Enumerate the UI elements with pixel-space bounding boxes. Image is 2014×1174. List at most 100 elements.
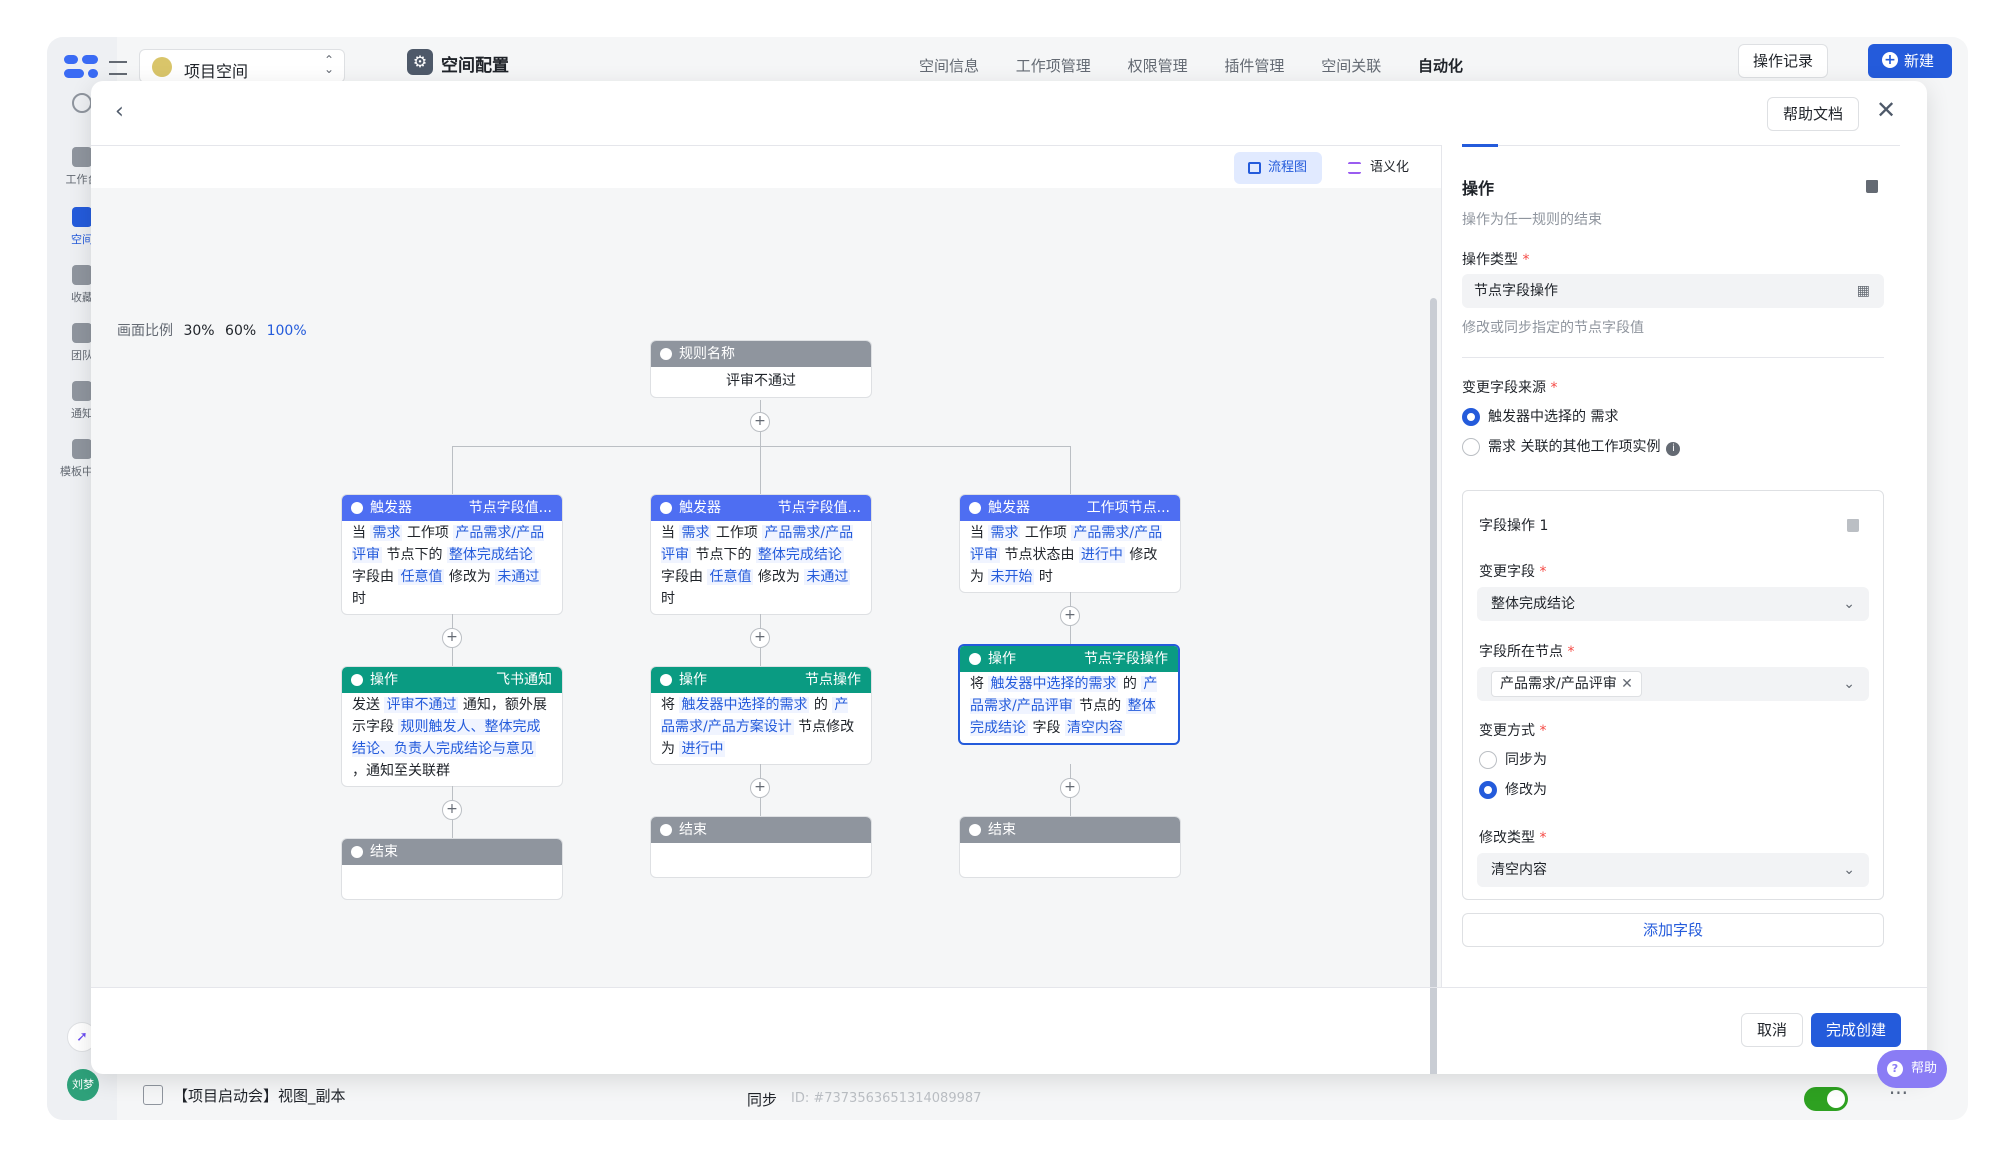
zoom-30[interactable]: 30% (183, 323, 214, 339)
node-text: 当 (352, 525, 371, 541)
trigger-node-1[interactable]: 触发器 节点字段值... 当 需求 工作项 产品需求/产品评审 节点下的 整体完成… (341, 494, 563, 615)
rule-name-node[interactable]: 规则名称 评审不通过 (650, 340, 872, 398)
variable-token: 未通过 (804, 569, 851, 585)
add-node-plus[interactable]: + (442, 628, 462, 648)
config-panel: 操作 操作为任一规则的结束 操作类型 节点字段操作 ▦ 修改或同步指定的节点字段… (1441, 144, 1927, 987)
mode-radio-modify[interactable]: 修改为 (1479, 781, 1547, 799)
view-label[interactable]: 【项目启动会】视图_副本 (143, 1085, 346, 1106)
operation-record-button[interactable]: 操作记录 (1738, 44, 1828, 78)
chevron-down-icon: ⌄ (1843, 596, 1855, 612)
tab-permission[interactable]: 权限管理 (1128, 57, 1188, 75)
add-node-plus[interactable]: + (1060, 778, 1080, 798)
modify-type-label: 修改类型 (1479, 827, 1546, 847)
flow-canvas: 画面比例 30% 60% 100% + 规则名称 评审不通过 触发器 节点字段值.… (91, 188, 1441, 1074)
add-node-plus[interactable]: + (750, 778, 770, 798)
zoom-scale: 画面比例 30% 60% 100% (117, 323, 307, 339)
variable-token: 进行中 (1078, 547, 1125, 563)
variable-token: 触发器中选择的需求 (988, 676, 1119, 692)
tab-workitem[interactable]: 工作项管理 (1016, 57, 1091, 75)
create-button[interactable]: 完成创建 (1811, 1013, 1901, 1047)
change-mode-label: 变更方式 (1479, 720, 1546, 740)
page-title: 空间配置 (441, 56, 509, 76)
tab-space-info[interactable]: 空间信息 (919, 57, 979, 75)
end-node-2[interactable]: 结束 (650, 816, 872, 878)
home-icon (72, 147, 92, 167)
zoom-100[interactable]: 100% (267, 323, 307, 339)
chevron-updown-icon: ⌃ ⌄ (323, 53, 334, 76)
node-content: 当 需求 工作项 产品需求/产品评审 节点状态由 进行中 修改为 未开始 时 (960, 521, 1180, 592)
chevron-down-icon: ⌄ (1843, 676, 1855, 692)
project-switcher[interactable]: 项目空间 ⌃ ⌄ (139, 49, 345, 83)
tab-automation[interactable]: 自动化 (1418, 57, 1463, 75)
avatar[interactable]: 刘梦 (67, 1069, 99, 1101)
help-button[interactable]: 帮助 (1877, 1050, 1947, 1088)
flowchart-view-toggle[interactable]: 流程图 (1234, 152, 1322, 184)
info-icon[interactable]: i (1666, 442, 1681, 456)
source-label: 变更字段来源 (1462, 377, 1557, 397)
node-select[interactable]: 产品需求/产品评审 ✕ ⌄ (1477, 667, 1869, 701)
section-desc: 操作为任一规则的结束 (1462, 212, 1602, 228)
semantic-view-toggle[interactable]: 语义化 (1346, 152, 1409, 184)
node-text: 工作项 (402, 525, 454, 541)
help-doc-button[interactable]: 帮助文档 (1767, 97, 1859, 131)
node-text: 将 (970, 676, 989, 692)
add-node-plus[interactable]: + (442, 800, 462, 820)
node-content: 将 触发器中选择的需求 的 产品需求/产品方案设计 节点修改为 进行中 (651, 693, 871, 764)
node-text: 节点的 (1074, 698, 1126, 714)
divider (91, 145, 1441, 146)
back-arrow-icon[interactable]: ‹ (115, 99, 124, 124)
node-text: 节点下的 (691, 547, 756, 563)
variable-token: 需求 (988, 525, 1021, 541)
change-field-select[interactable]: 整体完成结论 ⌄ (1477, 587, 1869, 621)
trigger-node-3[interactable]: 触发器 工作项节点... 当 需求 工作项 产品需求/产品评审 节点状态由 进行中… (959, 494, 1181, 593)
tab-association[interactable]: 空间关联 (1321, 57, 1381, 75)
field-operation-card: 字段操作 1 变更字段 整体完成结论 ⌄ 字段所在节点 产品需求/产品评审 ✕ … (1462, 490, 1884, 900)
canvas-scrollbar[interactable] (1430, 298, 1437, 1074)
field-op-title: 字段操作 1 (1479, 518, 1549, 534)
node-text: ，通知至关联群 (352, 763, 450, 779)
end-node-3[interactable]: 结束 (959, 816, 1181, 878)
action-node-2[interactable]: 操作 节点操作 将 触发器中选择的需求 的 产品需求/产品方案设计 节点修改为 进… (650, 666, 872, 765)
space-icon (72, 207, 92, 227)
panel-tab-indicator (1462, 144, 1900, 147)
node-text: 工作项 (711, 525, 763, 541)
action-node-3-selected[interactable]: 操作 节点字段操作 将 触发器中选择的需求 的 产品需求/产品评审 节点的 整体完… (958, 644, 1180, 745)
cancel-button[interactable]: 取消 (1741, 1013, 1803, 1047)
node-text: 修改为 (444, 569, 496, 585)
gear-icon: ⚙ (407, 49, 433, 75)
add-node-plus[interactable]: + (1060, 606, 1080, 626)
sidebar-toggle-icon[interactable] (109, 61, 127, 75)
node-label: 字段所在节点 (1479, 641, 1574, 661)
zoom-60[interactable]: 60% (225, 323, 256, 339)
chevron-down-icon: ⌄ (1843, 862, 1855, 878)
modify-type-select[interactable]: 清空内容 ⌄ (1477, 853, 1869, 887)
flowchart-icon (1248, 162, 1261, 174)
variable-token: 未通过 (495, 569, 542, 585)
source-radio-related[interactable]: 需求 关联的其他工作项实例 i (1462, 438, 1681, 456)
source-radio-trigger[interactable]: 触发器中选择的 需求 (1462, 408, 1618, 426)
variable-token: 整体完成结论 (755, 547, 844, 563)
new-button[interactable]: 新建 (1868, 44, 1952, 78)
delete-icon[interactable] (1866, 180, 1878, 193)
add-field-button[interactable]: 添加字段 (1462, 913, 1884, 947)
action-node-1[interactable]: 操作 飞书通知 发送 评审不通过 通知，额外展示字段 规则触发人、整体完成结论、负… (341, 666, 563, 787)
variable-token: 清空内容 (1064, 720, 1125, 736)
delete-icon[interactable] (1847, 519, 1859, 532)
end-node-1[interactable]: 结束 (341, 838, 563, 900)
sync-toggle[interactable] (1804, 1087, 1848, 1111)
node-content: 当 需求 工作项 产品需求/产品评审 节点下的 整体完成结论 字段由 任意值 修… (651, 521, 871, 614)
mode-radio-sync[interactable]: 同步为 (1479, 751, 1547, 769)
variable-token: 需求 (370, 525, 403, 541)
grid-icon: ▦ (1856, 283, 1870, 299)
close-icon[interactable]: ✕ (1876, 96, 1896, 124)
add-node-plus[interactable]: + (750, 412, 770, 432)
op-type-hint: 修改或同步指定的节点字段值 (1462, 320, 1644, 336)
add-node-plus[interactable]: + (750, 628, 770, 648)
tab-plugin[interactable]: 插件管理 (1224, 57, 1284, 75)
variable-token: 触发器中选择的需求 (679, 697, 810, 713)
tag-close-icon[interactable]: ✕ (1621, 676, 1633, 692)
trigger-node-2[interactable]: 触发器 节点字段值... 当 需求 工作项 产品需求/产品评审 节点下的 整体完成… (650, 494, 872, 615)
op-type-select[interactable]: 节点字段操作 ▦ (1462, 274, 1884, 308)
app-logo (64, 55, 98, 79)
op-type-label: 操作类型 (1462, 249, 1529, 269)
